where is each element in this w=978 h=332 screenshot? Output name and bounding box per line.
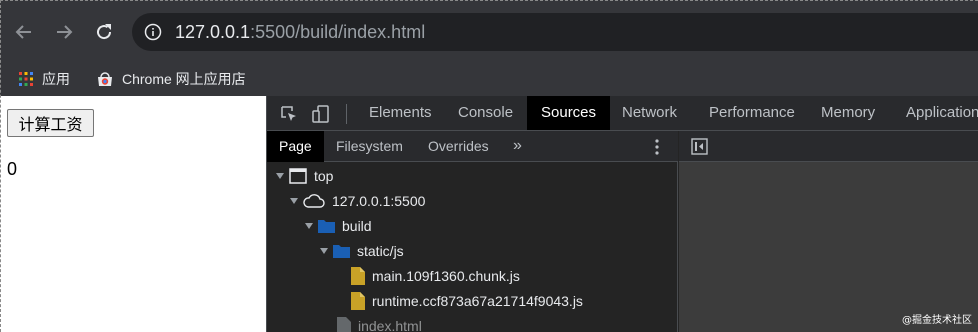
expand-arrow-icon[interactable] — [275, 171, 285, 181]
tab-network[interactable]: Network — [608, 96, 691, 130]
tab-filesystem[interactable]: Filesystem — [324, 131, 415, 162]
apps-grid-icon — [19, 72, 33, 86]
tree-item-label: static/js — [357, 242, 404, 259]
tree-item-label: runtime.ccf873a67a21714f9043.js — [372, 292, 583, 309]
devtools-tab-bar: Elements Console Sources Network Perform… — [267, 96, 978, 131]
expand-arrow-icon[interactable] — [319, 246, 329, 256]
toolbar-divider — [346, 104, 347, 124]
tree-item-top[interactable]: top — [267, 163, 678, 188]
frame-icon — [289, 167, 307, 184]
reload-button[interactable] — [92, 20, 116, 44]
expand-arrow-icon[interactable] — [304, 221, 314, 231]
inspect-element-icon[interactable] — [279, 104, 299, 124]
cloud-icon — [303, 193, 325, 208]
folder-icon — [318, 219, 335, 233]
bookmark-label: 应用 — [42, 71, 70, 87]
info-icon[interactable] — [144, 23, 162, 41]
arrow-right-icon — [57, 25, 73, 39]
arrow-left-icon — [15, 25, 31, 39]
watermark-text: @掘金技术社区 — [902, 315, 972, 326]
url-host: 127.0.0.1 — [175, 22, 251, 42]
tree-item-static-js[interactable]: static/js — [267, 238, 678, 263]
url-path: :5500/build/index.html — [250, 22, 426, 42]
tab-performance[interactable]: Performance — [695, 96, 809, 130]
tab-overrides[interactable]: Overrides — [416, 131, 501, 162]
tree-item-runtime[interactable]: runtime.ccf873a67a21714f9043.js — [267, 288, 678, 313]
address-bar[interactable]: 127.0.0.1:5500/build/index.html — [132, 13, 978, 51]
tab-memory[interactable]: Memory — [807, 96, 889, 130]
file-icon — [337, 316, 351, 332]
tab-console[interactable]: Console — [444, 96, 527, 130]
back-button[interactable] — [12, 20, 36, 44]
bookmarks-bar: 应用 Chrome 网上应用店 — [0, 62, 978, 96]
tree-item-origin[interactable]: 127.0.0.1:5500 — [267, 188, 678, 213]
tree-item-label: 127.0.0.1:5500 — [332, 192, 426, 209]
editor-toolbar — [679, 131, 978, 162]
tree-item-label: top — [314, 167, 334, 184]
js-file-icon — [351, 291, 365, 310]
salary-result: 0 — [7, 159, 18, 179]
more-tabs-button[interactable]: » — [513, 137, 522, 155]
bookmark-label: Chrome 网上应用店 — [122, 71, 246, 87]
chrome-store-icon — [98, 72, 112, 86]
toggle-navigator-icon[interactable] — [691, 138, 708, 155]
expand-arrow-icon[interactable] — [289, 196, 299, 206]
calculate-salary-button[interactable]: 计算工资 — [7, 109, 94, 137]
selection-dash-left — [0, 0, 1, 332]
tab-page[interactable]: Page — [267, 131, 324, 162]
tab-application[interactable]: Application — [892, 96, 978, 130]
tree-item-label: main.109f1360.chunk.js — [372, 267, 520, 284]
tree-item-label: build — [342, 217, 372, 234]
tree-item-main-chunk[interactable]: main.109f1360.chunk.js — [267, 263, 678, 288]
tab-sources[interactable]: Sources — [527, 96, 611, 130]
device-toolbar-icon[interactable] — [311, 104, 331, 124]
navigator-tab-bar: Page Filesystem Overrides » — [267, 131, 678, 162]
devtools-panel: Elements Console Sources Network Perform… — [266, 96, 978, 332]
tree-item-label: index.html — [358, 317, 422, 332]
source-editor-area — [679, 131, 978, 332]
js-file-icon — [351, 266, 365, 285]
folder-icon — [333, 244, 350, 258]
reload-icon — [97, 24, 112, 40]
tab-elements[interactable]: Elements — [355, 96, 446, 130]
tree-item-build[interactable]: build — [267, 213, 678, 238]
bookmark-chrome-store[interactable]: Chrome 网上应用店 — [96, 62, 246, 96]
forward-button[interactable] — [52, 20, 76, 44]
browser-toolbar: 127.0.0.1:5500/build/index.html — [0, 0, 978, 62]
selection-dash-top — [0, 0, 978, 1]
bookmark-apps[interactable]: 应用 — [18, 62, 70, 96]
more-options-icon[interactable] — [655, 139, 659, 155]
tree-item-index-html[interactable]: index.html — [267, 313, 678, 332]
url-text[interactable]: 127.0.0.1:5500/build/index.html — [175, 21, 425, 43]
sources-navigator: Page Filesystem Overrides » top 127.0.0.… — [267, 131, 678, 332]
web-page: 计算工资 0 — [0, 96, 266, 332]
